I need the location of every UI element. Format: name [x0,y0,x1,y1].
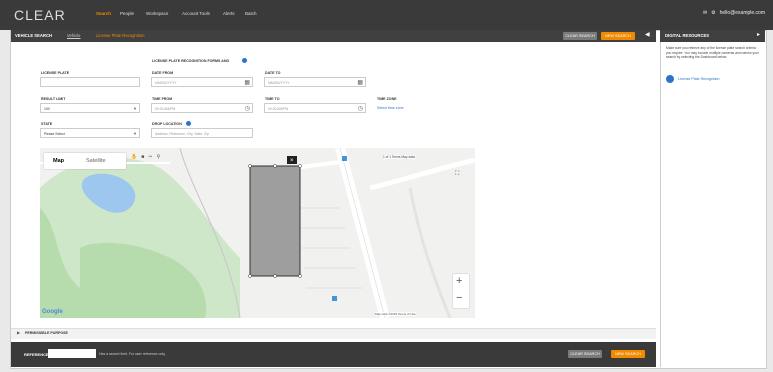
license-plate-label: LICENSE PLATE [41,71,70,75]
date-to-label: DATE TO [265,71,281,75]
date-to-input[interactable]: MM/DD/YYYY ▦ [264,77,366,87]
zoom-out-button[interactable]: − [456,292,462,304]
chevron-down-icon: ▼ [133,106,137,111]
time-from-input[interactable]: 00:00 AM/PM ◷ [151,103,253,113]
clear-search-button[interactable]: CLEAR SEARCH [563,32,597,40]
license-plate-input[interactable] [40,77,140,87]
permissible-purpose-bar[interactable] [11,328,656,339]
date-from-input[interactable]: MM/DD/YYYY ▦ [151,77,253,87]
right-panel-title: DIGITAL RESOURCES [665,33,710,38]
mail-icon[interactable]: ✉ [703,10,707,16]
square-tool-icon[interactable]: ■ [141,154,144,160]
map-graphic: × [40,148,475,318]
time-zone-label: TIME ZONE [377,97,397,101]
handle [248,274,252,278]
collapse-icon[interactable]: ◀ [645,31,650,38]
map-report-link[interactable]: 1 of 1 Terms Map data [383,155,415,159]
footer-search-button[interactable]: NEW SEARCH [611,350,645,358]
clock-icon[interactable]: ◷ [358,105,363,113]
breadcrumb-vehicle[interactable]: Vehicle [67,33,81,38]
permissible-purpose-label[interactable]: PERMISSIBLE PURPOSE [25,331,68,335]
drop-location-label: DROP LOCATION [152,122,182,126]
east-road [408,187,452,318]
settings-icon[interactable]: ⚙ [711,10,715,16]
handle [248,164,252,168]
handle [273,274,277,278]
map-canvas[interactable]: × [40,148,475,318]
streets [300,207,362,289]
lpr-link[interactable]: License Plate Recognition [678,77,720,81]
reference-input[interactable] [48,349,96,358]
right-panel-expand-icon[interactable]: ▸ [757,31,760,38]
chevron-down-icon: ▼ [133,131,137,136]
reference-label: REFERENCE [24,352,49,357]
hand-icon[interactable]: ✋ [131,154,137,160]
user-name[interactable]: hello@example.com [720,10,765,16]
right-panel-description: Make sure you retrieve any of the licens… [666,46,759,60]
time-to-label: TIME TO [265,97,280,101]
nav-batch[interactable]: Batch [245,11,257,16]
calendar-icon[interactable]: ▦ [244,79,250,87]
results-limit-select[interactable]: 100 ▼ [40,103,140,113]
lpr-info-icon [666,75,674,83]
map-type-satellite[interactable]: Satellite [86,158,106,164]
handle [298,164,302,168]
right-panel [660,42,766,367]
results-limit-label: RESULT LIMIT [41,97,66,101]
date-from-label: DATE FROM [152,71,174,75]
page-title: VEHICLE SEARCH [15,33,52,38]
nav-workspace[interactable]: Workspace [146,11,168,16]
nav-people[interactable]: People [120,11,134,16]
expand-icon[interactable]: ▶ [17,330,20,335]
app-logo[interactable]: CLEAR [14,7,66,23]
user-area: ✉ ⚙ hello@example.com [703,10,765,16]
info-icon[interactable] [186,121,191,126]
map-marker [342,156,347,161]
zoom-in-button[interactable]: + [456,275,462,287]
handle [298,274,302,278]
handle [273,164,277,168]
marker-tool-icon[interactable]: ⚲ [156,154,160,160]
nav-search[interactable]: Search [96,11,111,16]
google-logo: Google [42,309,63,315]
main-road-line [339,148,386,318]
map-marker [332,296,337,301]
nav-alerts[interactable]: Alerts [223,11,235,16]
breadcrumb-current: License Plate Recognition [96,33,145,38]
selection-rectangle [249,165,301,277]
time-from-label: TIME FROM [152,97,173,101]
calendar-icon[interactable]: ▦ [357,79,363,87]
side-road [369,157,475,191]
time-to-input[interactable]: 00:00 AM/PM ◷ [264,103,366,113]
drawing-tools: ✋ ■ ∾ ⚲ [131,154,160,160]
time-zone-link[interactable]: Select time zone [377,106,404,110]
top-bar [0,0,773,30]
fullscreen-icon[interactable]: ⛶ [455,171,459,178]
svg-text:×: × [290,158,294,164]
state-label: STATE [41,122,53,126]
clock-icon[interactable]: ◷ [245,105,250,113]
state-select[interactable]: Please Select ▼ [40,128,140,138]
polyline-icon[interactable]: ∾ [148,154,152,160]
lpr-label: LICENSE PLATE RECOGNITION FORMS AND [152,59,230,63]
info-icon[interactable] [242,58,247,63]
nav-account-tools[interactable]: Account Tools [182,11,210,16]
new-search-button[interactable]: NEW SEARCH [601,32,635,40]
map-attribution[interactable]: Map data ©2019 Terms of Use [375,312,416,316]
map-type-map[interactable]: Map [53,158,64,164]
footer-clear-button[interactable]: CLEAR SEARCH [568,350,602,358]
reference-hint: Has a search limit. For user reference o… [99,352,166,356]
drop-location-input[interactable]: Address, Reference, City, State, Zip [151,128,253,138]
